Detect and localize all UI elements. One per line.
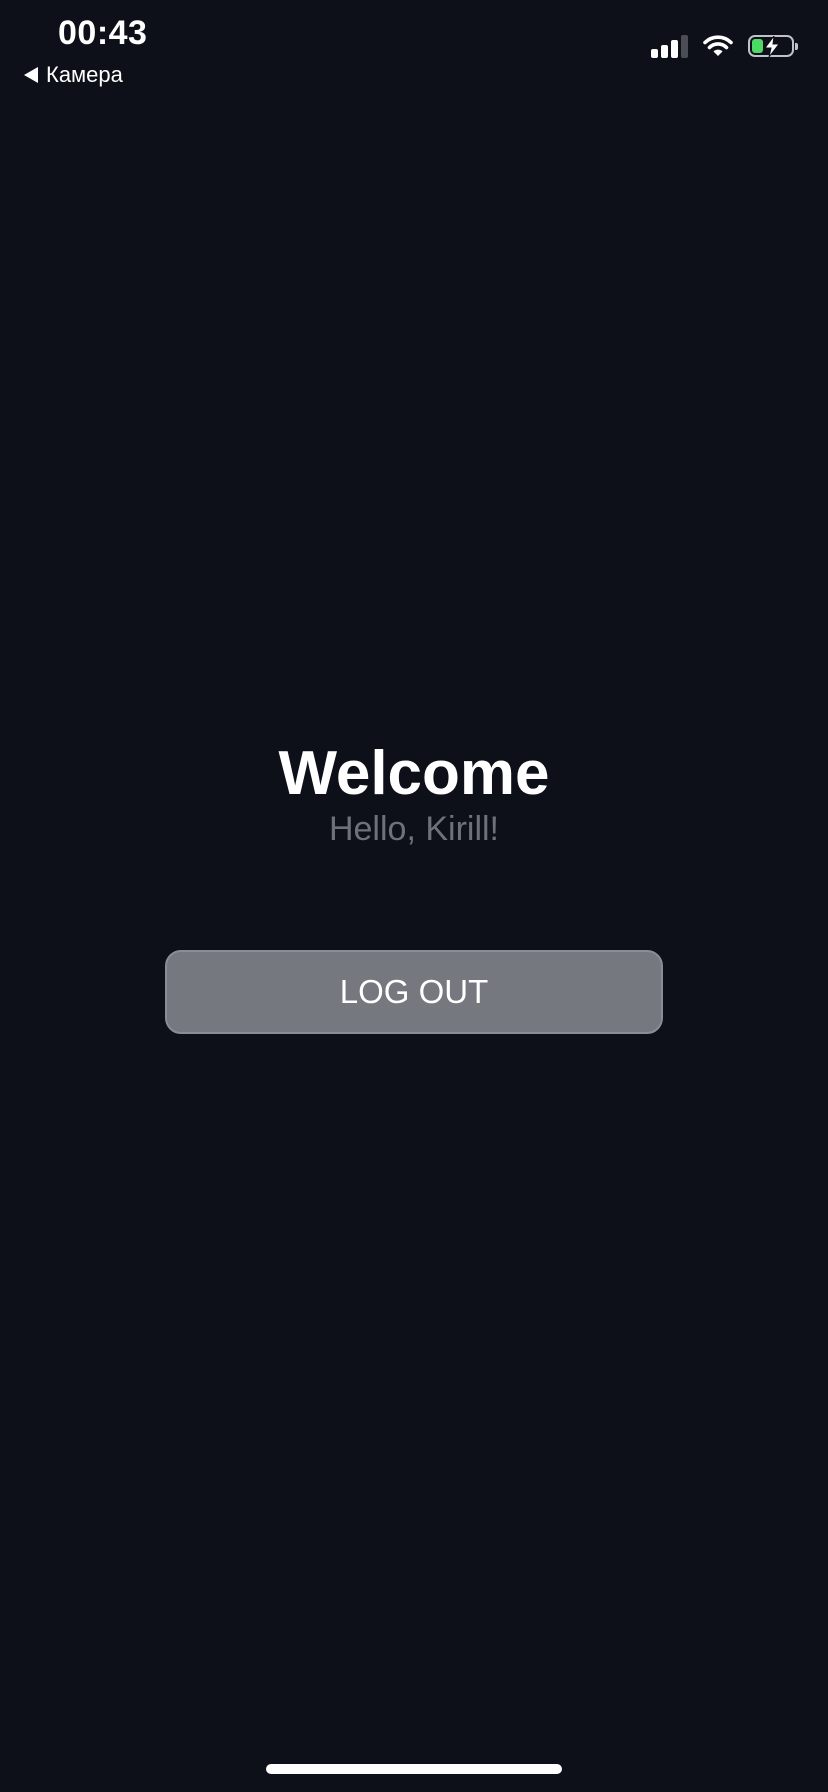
welcome-title: Welcome [278, 739, 550, 808]
home-indicator[interactable] [266, 1764, 562, 1774]
logout-button[interactable]: LOG OUT [165, 950, 663, 1034]
battery-charging-icon [748, 35, 798, 58]
welcome-subtitle: Hello, Kirill! [328, 810, 500, 848]
wifi-icon [703, 35, 733, 56]
back-arrow-icon [24, 67, 38, 83]
back-to-camera-link[interactable]: Камера [24, 62, 123, 88]
status-time: 00:43 [58, 14, 148, 52]
status-icons [651, 34, 798, 58]
back-link-label: Камера [46, 62, 123, 87]
cellular-signal-icon [651, 34, 688, 58]
app-screen: 00:43 Камера Welcome Hello, Kirill! LOG … [0, 0, 828, 1792]
